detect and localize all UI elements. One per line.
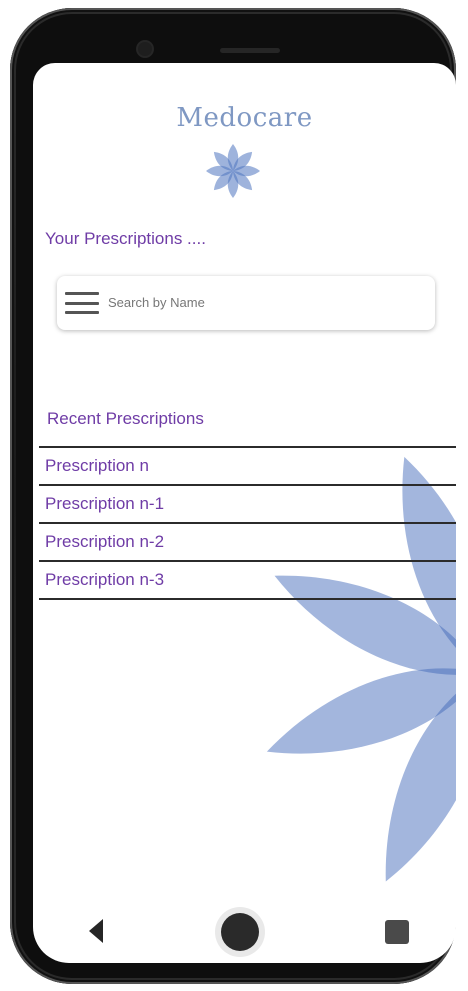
prescription-item-n-2[interactable]: Prescription n-2	[39, 522, 456, 560]
prescription-item-n-1[interactable]: Prescription n-1	[39, 484, 456, 522]
prescription-item-n-3[interactable]: Prescription n-3	[39, 560, 456, 598]
list-divider	[39, 598, 456, 600]
search-bar[interactable]: Search by Name	[57, 276, 435, 330]
prescription-item-n[interactable]: Prescription n	[39, 446, 456, 484]
search-input[interactable]: Search by Name	[108, 295, 205, 310]
prescription-list: Prescription n Prescription n-1 Prescrip…	[39, 446, 456, 600]
flower-logo-icon	[206, 144, 260, 198]
app-screen: Medocare Your Prescriptions .... Search …	[33, 63, 456, 963]
app-brand-title: Medocare	[176, 103, 313, 133]
recents-square-icon[interactable]	[385, 920, 409, 944]
front-camera	[138, 42, 152, 56]
back-triangle-icon[interactable]	[89, 919, 103, 943]
hamburger-menu-icon[interactable]	[65, 292, 99, 314]
recent-prescriptions-heading: Recent Prescriptions	[47, 409, 204, 428]
earpiece-speaker	[220, 48, 280, 53]
your-prescriptions-heading: Your Prescriptions ....	[45, 229, 206, 248]
android-navigation-bar	[33, 897, 456, 963]
home-circle-icon[interactable]	[221, 913, 259, 951]
